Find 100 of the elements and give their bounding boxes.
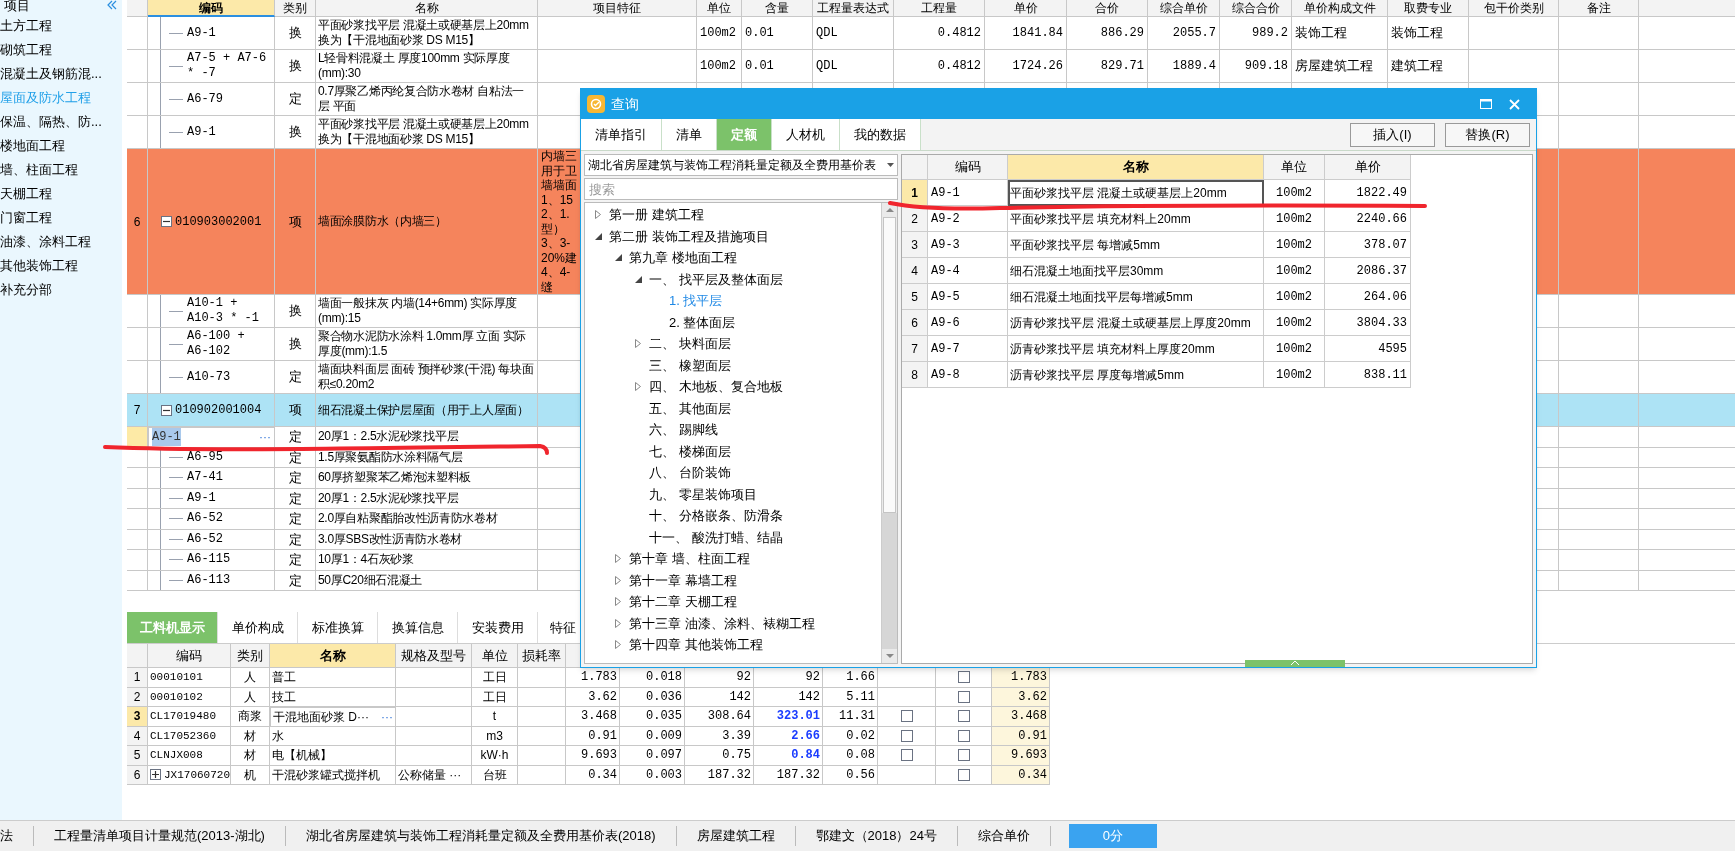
row-number[interactable]: 5: [902, 284, 928, 310]
column-header[interactable]: 单价构成文件: [1292, 0, 1388, 17]
row-number[interactable]: 6: [902, 310, 928, 336]
row-number[interactable]: [127, 447, 148, 468]
tree-item[interactable]: 九、 零星装饰项目: [585, 483, 881, 505]
dialog-tab[interactable]: 清单: [662, 119, 717, 150]
column-header[interactable]: 单价: [1325, 155, 1411, 180]
column-header[interactable]: 合价: [1067, 0, 1148, 17]
search-field[interactable]: 搜索: [584, 178, 898, 200]
tree-item[interactable]: 第十一章 幕墙工程: [585, 569, 881, 591]
row-number[interactable]: 5: [127, 746, 148, 766]
checkbox[interactable]: [957, 710, 970, 723]
insert-button[interactable]: 插入(I): [1350, 122, 1435, 147]
column-header[interactable]: 项目特征: [538, 0, 697, 17]
checkbox[interactable]: [957, 729, 970, 742]
column-header[interactable]: 编码: [148, 0, 275, 17]
dialog-tab[interactable]: 我的数据: [840, 119, 921, 150]
column-header[interactable]: 包干价类别: [1469, 0, 1559, 17]
close-icon[interactable]: [1509, 98, 1520, 110]
sidebar-item[interactable]: 土方工程: [0, 14, 122, 38]
row-number[interactable]: 1: [902, 180, 928, 206]
column-header[interactable]: 工程量表达式: [813, 0, 894, 17]
column-header[interactable]: 规格及型号: [396, 644, 472, 668]
column-header[interactable]: 工程量: [894, 0, 985, 17]
collapse-toggle[interactable]: [161, 404, 172, 416]
row-number[interactable]: 3: [127, 707, 148, 727]
tree-item[interactable]: 七、 楼梯面层: [585, 440, 881, 462]
row-number[interactable]: 3: [902, 232, 928, 258]
column-header[interactable]: 单位: [472, 644, 518, 668]
sidebar-item[interactable]: 保温、隔热、防...: [0, 110, 122, 134]
column-header[interactable]: 名称: [1008, 155, 1264, 180]
table-cell: 定: [275, 488, 316, 509]
tree-item[interactable]: 第十二章 天棚工程: [585, 591, 881, 613]
tree-item[interactable]: 第十四章 其他装饰工程: [585, 634, 881, 656]
column-header[interactable]: 损耗率: [518, 644, 566, 668]
column-header[interactable]: 取费专业: [1388, 0, 1469, 17]
tree-item[interactable]: 五、 其他面层: [585, 397, 881, 419]
checkbox[interactable]: [900, 710, 913, 723]
tree-item[interactable]: 第十三章 油漆、涂料、裱糊工程: [585, 612, 881, 634]
tree-item[interactable]: 八、 台阶装饰: [585, 462, 881, 484]
column-header[interactable]: 单位: [1264, 155, 1325, 180]
tree-item[interactable]: 二、 块料面层: [585, 333, 881, 355]
tree-item[interactable]: 四、 木地板、复合地板: [585, 376, 881, 398]
sidebar-item[interactable]: 墙、柱面工程: [0, 158, 122, 182]
collapse-sidebar-icon[interactable]: [106, 0, 118, 10]
sidebar-item[interactable]: 其他装饰工程: [0, 254, 122, 278]
tree-item[interactable]: 十、 分格嵌条、防滑条: [585, 505, 881, 527]
row-number[interactable]: 6: [127, 149, 148, 295]
resize-handle[interactable]: [1245, 660, 1345, 667]
status-item: 综合单价: [957, 826, 1051, 846]
column-header[interactable]: 单位: [697, 0, 742, 17]
dialog-tab[interactable]: 清单指引: [581, 119, 662, 150]
replace-button[interactable]: 替换(R): [1445, 122, 1530, 147]
tree-item[interactable]: 六、 踢脚线: [585, 419, 881, 441]
row-number[interactable]: 8: [902, 362, 928, 388]
sidebar-item[interactable]: 门窗工程: [0, 206, 122, 230]
sidebar-item[interactable]: 油漆、涂料工程: [0, 230, 122, 254]
checkbox[interactable]: [957, 768, 970, 781]
sidebar-item[interactable]: 补充分部: [0, 278, 122, 302]
tree-item[interactable]: 十一、 酸洗打蜡、结晶: [585, 526, 881, 548]
row-number[interactable]: 7: [127, 394, 148, 427]
maximize-icon[interactable]: [1480, 99, 1492, 109]
column-header[interactable]: 单价: [985, 0, 1067, 17]
column-header[interactable]: 备注: [1559, 0, 1639, 17]
checkbox[interactable]: [957, 749, 970, 762]
row-number[interactable]: 1: [127, 668, 148, 688]
sidebar-item[interactable]: 天棚工程: [0, 182, 122, 206]
scrollbar-thumb[interactable]: [883, 217, 896, 513]
code-input-field[interactable]: A9-1 ···: [148, 427, 275, 448]
dialog-tab[interactable]: 人材机: [772, 119, 840, 150]
tree-item[interactable]: 第十章 墙、柱面工程: [585, 548, 881, 570]
column-header[interactable]: 综合单价: [1148, 0, 1220, 17]
table-cell: 0.91: [992, 726, 1050, 746]
column-header[interactable]: 类别: [231, 644, 270, 668]
column-header[interactable]: 综合合价: [1220, 0, 1292, 17]
row-number[interactable]: 4: [902, 258, 928, 284]
column-header[interactable]: 含量: [742, 0, 813, 17]
checkbox[interactable]: [957, 690, 970, 703]
expand-toggle[interactable]: [150, 769, 161, 781]
name-input-field[interactable]: 干混地面砂浆 D··· ···: [270, 707, 396, 727]
column-header[interactable]: 类别: [275, 0, 316, 17]
column-header[interactable]: 编码: [928, 155, 1008, 180]
sidebar-item[interactable]: 混凝土及钢筋混...: [0, 62, 122, 86]
table-cell: 定: [275, 468, 316, 489]
checkbox[interactable]: [900, 749, 913, 762]
checkbox[interactable]: [900, 729, 913, 742]
collapse-toggle[interactable]: [161, 216, 172, 227]
column-header[interactable]: 名称: [270, 644, 396, 668]
row-number[interactable]: [127, 427, 148, 448]
column-header[interactable]: 名称: [316, 0, 538, 17]
sidebar-item[interactable]: 砌筑工程: [0, 38, 122, 62]
tree-item[interactable]: 三、 橡塑面层: [585, 354, 881, 376]
table-cell: 11.31: [823, 707, 878, 727]
tree-item[interactable]: 2. 整体面层: [585, 311, 881, 333]
checkbox[interactable]: [957, 671, 970, 684]
library-dropdown[interactable]: 湖北省房屋建筑与装饰工程消耗量定额及全费用基价表: [584, 154, 898, 176]
sidebar-item[interactable]: 楼地面工程: [0, 134, 122, 158]
table-cell: 100m2: [1264, 258, 1325, 284]
row-number[interactable]: 7: [902, 336, 928, 362]
column-header[interactable]: 编码: [148, 644, 231, 668]
